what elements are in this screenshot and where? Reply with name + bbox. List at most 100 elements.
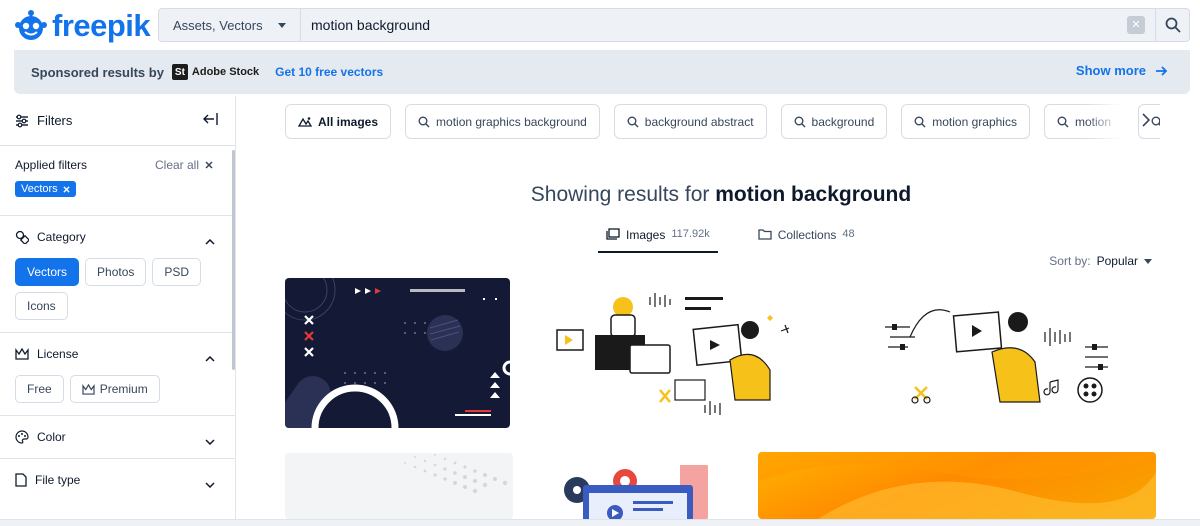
file-type-section: File type (0, 459, 235, 501)
filters-sidebar: Filters Applied filters Clear all Vector… (0, 96, 236, 526)
license-free[interactable]: Free (15, 375, 64, 403)
license-options: Free Premium (15, 375, 220, 415)
crown-icon (15, 347, 29, 360)
tag-label: motion graphics (932, 114, 1017, 129)
category-psd[interactable]: PSD (152, 258, 202, 286)
caret-down-icon (278, 23, 286, 28)
search-icon (418, 116, 430, 127)
search-button[interactable] (1155, 9, 1189, 41)
collapse-left-icon (203, 113, 218, 125)
sort-control[interactable]: Sort by: Popular (1049, 254, 1152, 268)
thumbnail-dark-geometric (285, 278, 510, 428)
search-input[interactable] (301, 9, 1127, 41)
chevron-down-icon[interactable] (205, 432, 215, 450)
related-tags: All images motion graphics background ba… (285, 104, 1160, 139)
chevron-right-icon (1142, 113, 1151, 127)
color-section: Color (0, 416, 235, 459)
tag-item[interactable]: motion graphics background (405, 104, 600, 139)
tag-label: background (811, 114, 875, 129)
adobe-stock-icon: St (171, 64, 188, 80)
color-header[interactable]: Color (15, 416, 220, 458)
clear-all-button[interactable]: Clear all (155, 158, 213, 172)
adobe-stock-logo[interactable]: St Adobe Stock (171, 64, 260, 80)
tag-item[interactable]: background abstract (613, 104, 767, 139)
search-icon (627, 116, 639, 127)
file-type-title: File type (35, 473, 81, 487)
license-header[interactable]: License (15, 333, 220, 375)
chevron-up-icon[interactable] (205, 232, 215, 250)
tag-label: motion graphics background (436, 114, 587, 129)
logo-text: freepik (52, 7, 151, 43)
clear-search-icon[interactable]: ✕ (1127, 16, 1145, 34)
tag-all-images[interactable]: All images (285, 104, 392, 139)
tab-images[interactable]: Images 117.92k (598, 228, 718, 253)
results-prefix: Showing results for (530, 183, 710, 206)
shapes-icon (15, 230, 29, 244)
search-bar: Assets, Vectors ✕ (158, 8, 1190, 42)
search-icon (794, 116, 806, 127)
result-card[interactable] (880, 292, 1115, 417)
result-card[interactable] (758, 452, 1156, 519)
freepik-mascot-icon (15, 10, 47, 40)
thumbnail-halftone-light (404, 454, 508, 494)
images-icon (298, 116, 312, 127)
license-premium-label: Premium (99, 382, 148, 396)
category-header[interactable]: Category (15, 216, 220, 258)
collapse-sidebar-button[interactable] (203, 112, 219, 129)
category-vectors[interactable]: Vectors (15, 258, 80, 286)
search-icon (1151, 116, 1160, 126)
applied-chip-label: Vectors (21, 183, 58, 195)
bottom-scrollbar[interactable] (0, 519, 1200, 526)
tags-fade (1086, 104, 1136, 139)
free-vectors-link[interactable]: Get 10 free vectors (275, 65, 383, 79)
remove-chip-icon (63, 185, 70, 193)
show-more-label: Show more (1075, 63, 1146, 78)
close-icon (205, 161, 213, 169)
results-tabs: Images 117.92k Collections 48 (598, 228, 855, 253)
tab-collections[interactable]: Collections 48 (758, 228, 855, 253)
search-icon (1057, 116, 1069, 127)
tag-label: background abstract (644, 114, 754, 129)
top-header: freepik Assets, Vectors ✕ (0, 0, 1200, 50)
sliders-icon (16, 114, 28, 127)
filters-header: Filters (0, 96, 235, 146)
category-title: Category (37, 230, 86, 244)
search-icon (914, 116, 926, 127)
category-photos[interactable]: Photos (85, 258, 147, 286)
results-heading: Showing results for motion background (236, 183, 1200, 207)
caret-down-icon (1144, 258, 1152, 264)
tab-collections-count: 48 (842, 228, 855, 240)
results-query: motion background (715, 183, 912, 206)
images-icon (606, 228, 620, 240)
sort-value: Popular (1096, 254, 1138, 268)
sponsored-bar: Sponsored results by St Adobe Stock Get … (14, 50, 1190, 94)
filters-title: Filters (37, 113, 73, 128)
chevron-down-icon[interactable] (205, 475, 215, 493)
tab-images-count: 117.92k (671, 228, 710, 240)
tags-next-button[interactable] (1142, 113, 1151, 132)
category-section: Category Vectors Photos PSD Icons (0, 216, 235, 333)
sidebar-scrollbar[interactable] (232, 150, 235, 370)
applied-chip-vectors[interactable]: Vectors (15, 181, 76, 197)
show-more-link[interactable]: Show more (1076, 63, 1168, 78)
chevron-up-icon[interactable] (205, 349, 215, 367)
tag-item[interactable]: background (780, 104, 888, 139)
category-icons[interactable]: Icons (15, 292, 68, 320)
file-icon (15, 473, 27, 487)
license-section: License Free Premium (0, 333, 235, 416)
tag-label: All images (318, 114, 379, 129)
tag-item[interactable]: motion graphics (901, 104, 1030, 139)
sort-label: Sort by: (1049, 254, 1091, 268)
result-card[interactable] (285, 453, 513, 519)
arrow-right-icon (1156, 65, 1168, 76)
asset-type-dropdown[interactable]: Assets, Vectors (159, 9, 301, 41)
file-type-header[interactable]: File type (15, 459, 220, 501)
result-card[interactable] (545, 285, 810, 420)
adobe-stock-name: Adobe Stock (191, 66, 260, 78)
result-card[interactable] (555, 465, 710, 519)
freepik-logo[interactable]: freepik (14, 7, 151, 43)
result-card[interactable] (285, 278, 510, 428)
palette-icon (15, 430, 29, 444)
category-options: Vectors Photos PSD Icons (15, 258, 220, 332)
license-premium[interactable]: Premium (69, 375, 160, 403)
